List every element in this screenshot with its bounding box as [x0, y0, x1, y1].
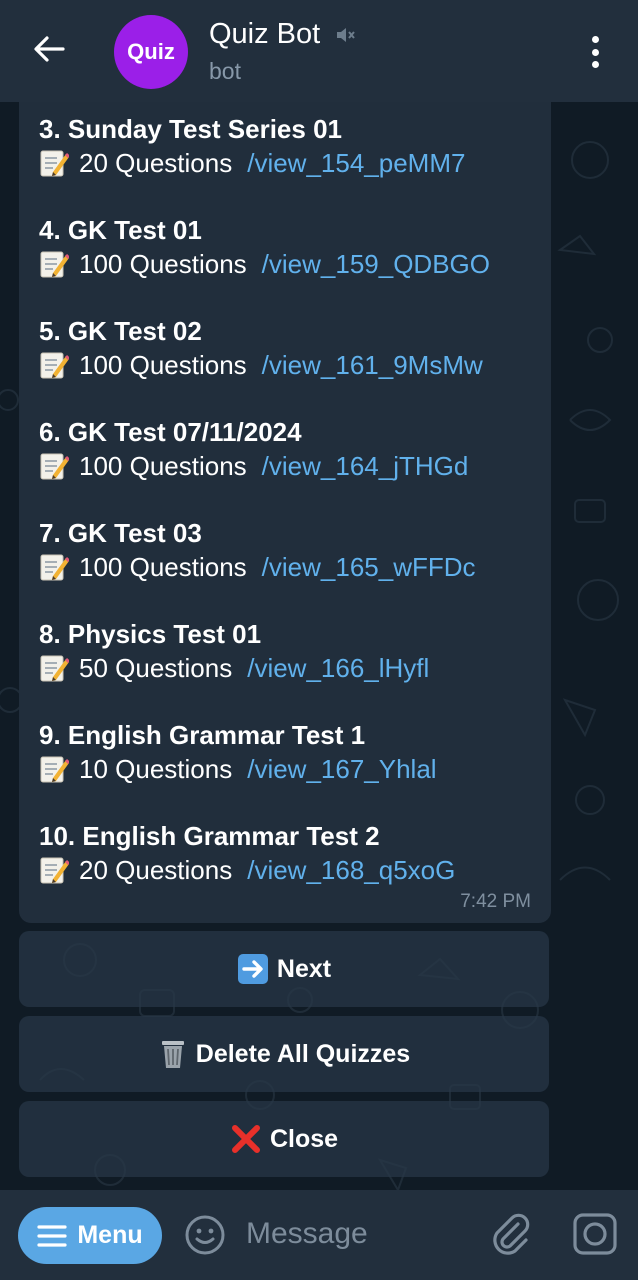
memo-icon: [39, 148, 71, 178]
right-arrow-icon: [237, 953, 269, 985]
memo-icon: [39, 451, 71, 481]
view-quiz-link[interactable]: /view_167_Yhlal: [247, 752, 436, 786]
view-quiz-link[interactable]: /view_161_9MsMw: [262, 348, 483, 382]
paperclip-icon[interactable]: [488, 1210, 532, 1261]
quiz-list-item: 8. Physics Test 01 50 Questions/view_166_…: [39, 617, 531, 718]
quiz-title: 6. GK Test 07/11/2024: [39, 417, 302, 447]
view-quiz-link[interactable]: /view_164_jTHGd: [262, 449, 469, 483]
quiz-list-item: 10. English Grammar Test 2 20 Questions/v…: [39, 819, 531, 920]
avatar[interactable]: Quiz: [114, 15, 188, 89]
quiz-title: 4. GK Test 01: [39, 215, 202, 245]
memo-icon: [39, 754, 71, 784]
quiz-title: 9. English Grammar Test 1: [39, 720, 366, 750]
quiz-detail-line: 20 Questions/view_168_q5xoG: [39, 853, 531, 887]
wastebasket-icon: [158, 1038, 188, 1070]
quiz-title: 8. Physics Test 01: [39, 619, 262, 649]
quiz-detail-line: 10 Questions/view_167_Yhlal: [39, 752, 531, 786]
view-quiz-link[interactable]: /view_166_lHyfl: [247, 651, 429, 685]
delete-all-label: Delete All Quizzes: [195, 1039, 411, 1068]
more-vertical-icon-dot: [591, 48, 599, 56]
muted-speaker-icon: [334, 24, 356, 51]
chat-subtitle: bot: [209, 58, 241, 84]
camera-icon[interactable]: [572, 1212, 618, 1261]
message-input[interactable]: [246, 1210, 466, 1258]
close-button[interactable]: Close: [19, 1101, 549, 1177]
question-count: 20 Questions: [79, 148, 233, 178]
memo-icon: [39, 249, 71, 279]
question-count: 100 Questions: [79, 552, 247, 582]
emoji-icon[interactable]: [184, 1214, 226, 1261]
quiz-detail-line: 100 Questions/view_164_jTHGd: [39, 449, 531, 483]
quiz-title: 10. English Grammar Test 2: [39, 821, 380, 851]
hamburger-icon: [37, 1224, 67, 1248]
memo-icon: [39, 653, 71, 683]
next-button[interactable]: Next: [19, 931, 549, 1007]
chat-title[interactable]: Quiz Bot: [209, 18, 320, 51]
quiz-detail-line: 50 Questions/view_166_lHyfl: [39, 651, 531, 685]
message-input-bar: Menu: [0, 1190, 638, 1280]
memo-icon: [39, 552, 71, 582]
question-count: 20 Questions: [79, 855, 233, 885]
view-quiz-link[interactable]: /view_159_QDBGO: [262, 247, 490, 281]
memo-icon: [39, 855, 71, 885]
memo-icon: [39, 350, 71, 380]
quiz-title: 7. GK Test 03: [39, 518, 202, 548]
quiz-detail-line: 100 Questions/view_161_9MsMw: [39, 348, 531, 382]
quiz-list-item: 9. English Grammar Test 1 10 Questions/vi…: [39, 718, 531, 819]
question-count: 100 Questions: [79, 249, 247, 279]
more-vertical-icon: [591, 36, 599, 43]
quiz-list-item: 5. GK Test 02 100 Questions/view_161_9MsM…: [39, 314, 531, 415]
question-count: 100 Questions: [79, 350, 247, 380]
menu-label: Menu: [77, 1221, 143, 1249]
question-count: 100 Questions: [79, 451, 247, 481]
more-options-button[interactable]: [582, 30, 608, 74]
view-quiz-link[interactable]: /view_154_peMM7: [247, 146, 465, 180]
next-label: Next: [276, 954, 332, 983]
quiz-detail-line: 100 Questions/view_159_QDBGO: [39, 247, 531, 281]
quiz-detail-line: 20 Questions/view_154_peMM7: [39, 146, 531, 180]
quiz-list-item: 7. GK Test 03 100 Questions/view_165_wFFD…: [39, 516, 531, 617]
cross-mark-icon: [230, 1123, 262, 1155]
more-vertical-icon-dot: [591, 61, 599, 68]
question-count: 50 Questions: [79, 653, 233, 683]
view-quiz-link[interactable]: /view_165_wFFDc: [262, 550, 476, 584]
close-label: Close: [269, 1124, 339, 1153]
quiz-list-item: 3. Sunday Test Series 01 20 Questions/vie…: [39, 112, 531, 213]
message-time: 7:42 PM: [460, 891, 531, 912]
quiz-title: 3. Sunday Test Series 01: [39, 114, 342, 144]
back-button[interactable]: [26, 28, 72, 74]
quiz-list-item: 4. GK Test 01 100 Questions/view_159_QDBG…: [39, 213, 531, 314]
quiz-title: 5. GK Test 02: [39, 316, 202, 346]
quiz-list: 3. Sunday Test Series 01 20 Questions/vie…: [39, 112, 531, 920]
quiz-detail-line: 100 Questions/view_165_wFFDc: [39, 550, 531, 584]
arrow-left-icon: [33, 35, 65, 68]
view-quiz-link[interactable]: /view_168_q5xoG: [247, 853, 455, 887]
avatar-text: Quiz: [127, 39, 175, 64]
quiz-list-item: 6. GK Test 07/11/2024 100 Questions/view_…: [39, 415, 531, 516]
message-bubble: 3. Sunday Test Series 01 20 Questions/vie…: [19, 90, 551, 923]
delete-all-quizzes-button[interactable]: Delete All Quizzes: [19, 1016, 549, 1092]
chat-header: Quiz Quiz Bot bot: [0, 0, 638, 102]
menu-button[interactable]: Menu: [18, 1207, 162, 1264]
question-count: 10 Questions: [79, 754, 233, 784]
